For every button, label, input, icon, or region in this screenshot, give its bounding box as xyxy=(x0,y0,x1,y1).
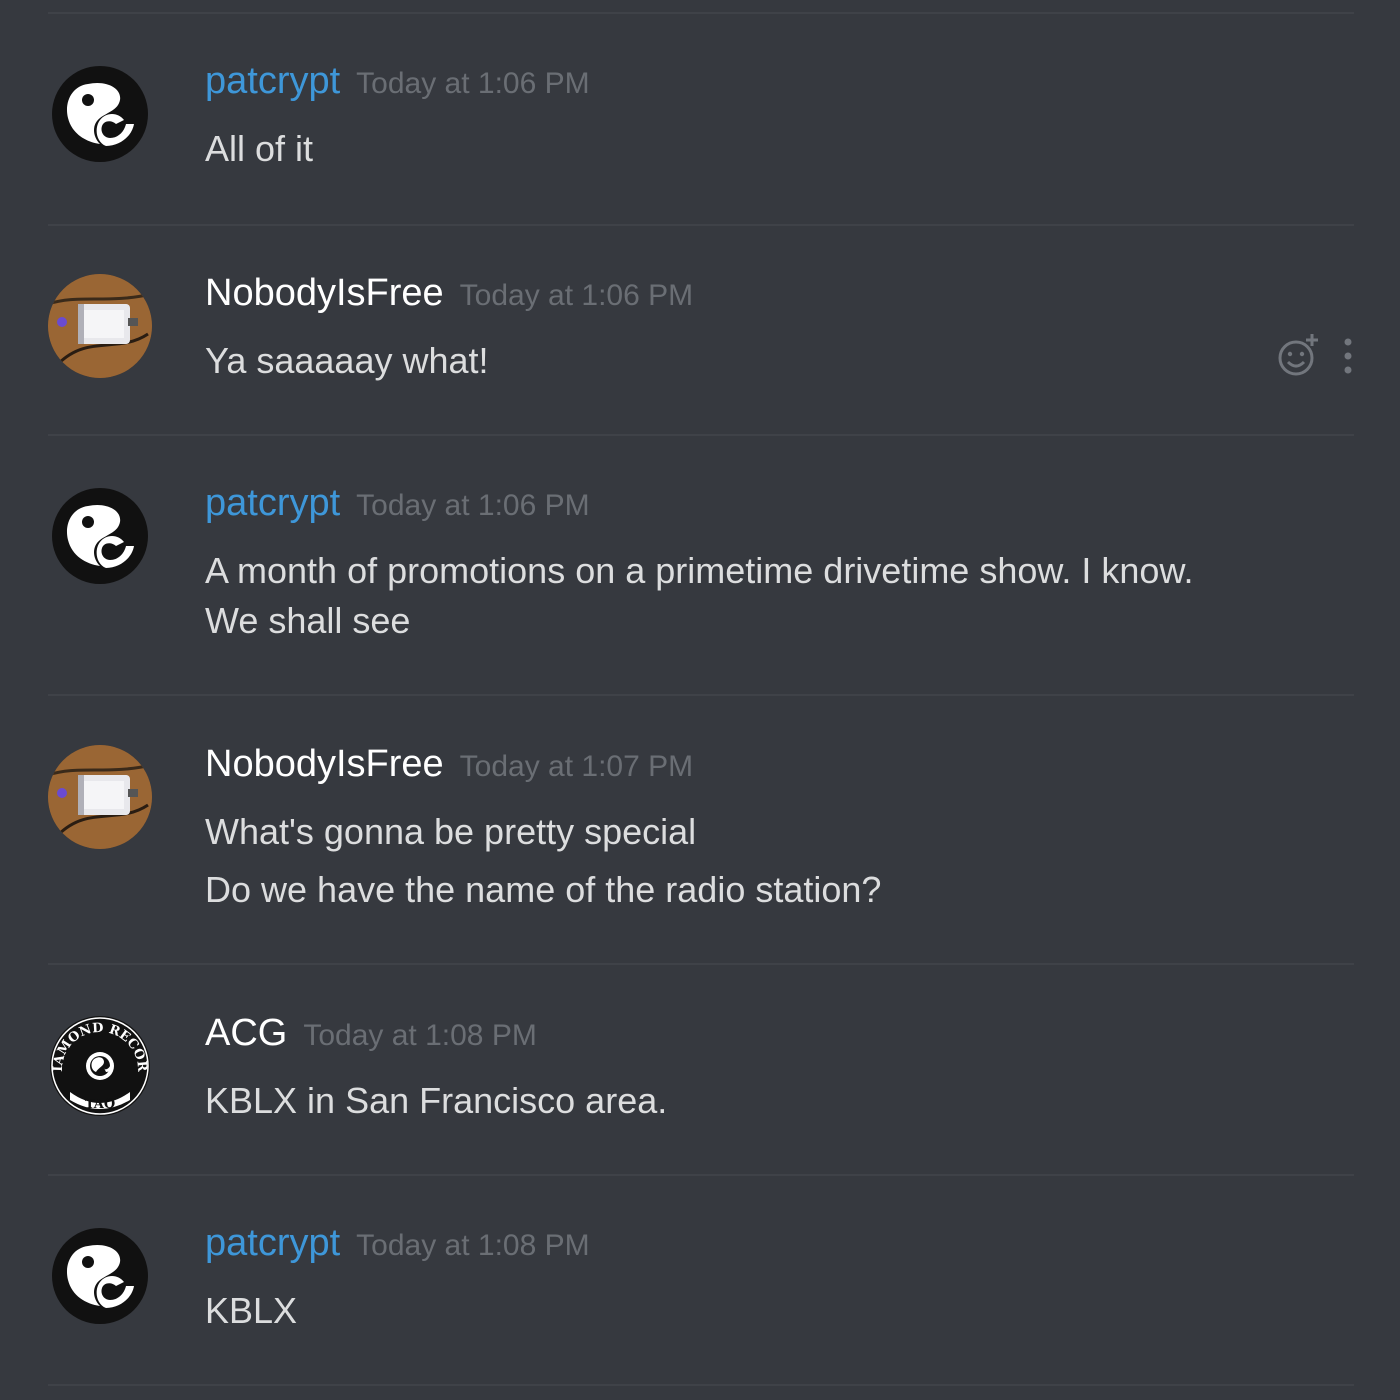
avatar[interactable] xyxy=(48,745,152,849)
avatar[interactable] xyxy=(48,1224,152,1328)
device-photo-icon xyxy=(48,745,152,849)
message-header: ACG Today at 1:08 PM xyxy=(205,1012,537,1055)
message-text: KBLX in San Francisco area. xyxy=(205,1080,668,1121)
message-header: patcrypt Today at 1:06 PM xyxy=(205,60,590,103)
username[interactable]: patcrypt xyxy=(205,1222,340,1265)
message-header: patcrypt Today at 1:06 PM xyxy=(205,482,590,525)
message-hover-actions xyxy=(1276,330,1366,380)
message-header: NobodyIsFree Today at 1:06 PM xyxy=(205,272,693,315)
username[interactable]: NobodyIsFree xyxy=(205,743,444,786)
message-divider xyxy=(48,963,1354,965)
yin-yang-logo-icon xyxy=(52,1228,148,1324)
yin-yang-logo-icon xyxy=(52,66,148,162)
yin-yang-logo-icon xyxy=(52,488,148,584)
avatar[interactable]: DIAMOND RECORD TAO xyxy=(48,1014,152,1118)
diamond-record-logo-icon: DIAMOND RECORD TAO xyxy=(48,1014,150,1116)
more-options-icon[interactable] xyxy=(1340,336,1356,376)
message-text: Ya saaaaay what! xyxy=(205,340,489,381)
message-divider xyxy=(48,1384,1354,1386)
username[interactable]: NobodyIsFree xyxy=(205,272,444,315)
chat-message-list: patcrypt Today at 1:06 PM All of it Nobo… xyxy=(0,0,1400,1400)
avatar-text-bottom: TAO xyxy=(85,1097,115,1112)
avatar[interactable] xyxy=(48,62,152,166)
username[interactable]: patcrypt xyxy=(205,482,340,525)
avatar[interactable] xyxy=(48,274,152,378)
username[interactable]: ACG xyxy=(205,1012,287,1055)
message-header: patcrypt Today at 1:08 PM xyxy=(205,1222,590,1265)
message-text: KBLX xyxy=(205,1290,298,1331)
message-text: A month of promotions on a primetime dri… xyxy=(205,550,1194,591)
timestamp: Today at 1:06 PM xyxy=(459,279,694,312)
message-divider xyxy=(48,434,1354,436)
message-text: All of it xyxy=(205,128,314,169)
message-divider xyxy=(48,1174,1354,1176)
device-photo-icon xyxy=(48,274,152,378)
timestamp: Today at 1:08 PM xyxy=(356,1229,590,1262)
add-reaction-icon[interactable] xyxy=(1276,332,1322,378)
timestamp: Today at 1:06 PM xyxy=(356,67,590,100)
message-header: NobodyIsFree Today at 1:07 PM xyxy=(205,743,693,786)
timestamp: Today at 1:06 PM xyxy=(356,489,590,522)
message-text: What's gonna be pretty special xyxy=(205,811,697,852)
timestamp: Today at 1:07 PM xyxy=(459,750,694,783)
message-text: We shall see xyxy=(205,600,411,641)
timestamp: Today at 1:08 PM xyxy=(303,1019,537,1052)
avatar[interactable] xyxy=(48,484,152,588)
message-text: Do we have the name of the radio station… xyxy=(205,869,882,910)
message-divider xyxy=(48,12,1354,14)
username[interactable]: patcrypt xyxy=(205,60,340,103)
message-divider xyxy=(48,694,1354,696)
message-divider xyxy=(48,224,1354,226)
